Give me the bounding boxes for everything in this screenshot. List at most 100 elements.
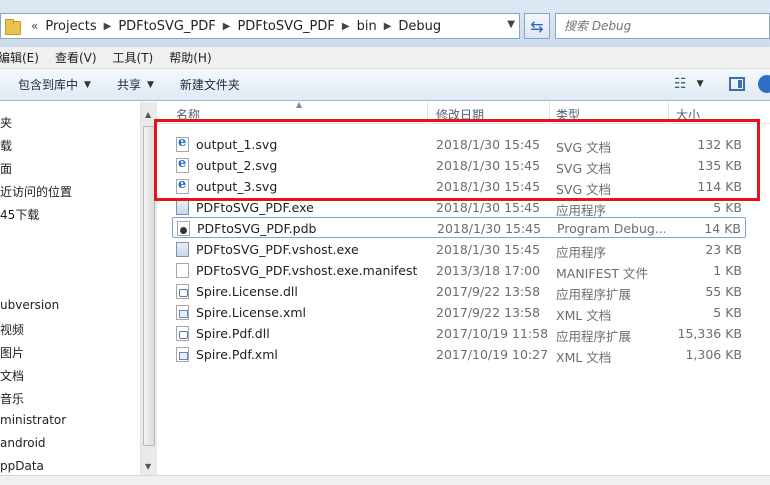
file-date: 2018/1/30 15:45 (436, 137, 541, 152)
help-icon[interactable] (758, 75, 770, 93)
file-row[interactable]: PDFtoSVG_PDF.exe 2018/1/30 15:45 应用程序 5 … (172, 197, 746, 218)
column-header-name[interactable]: 名称 (176, 106, 200, 123)
include-in-library-button[interactable]: 包含到库中 ▼ (18, 76, 91, 93)
refresh-button[interactable]: ⇆ (524, 13, 550, 39)
caret-down-icon: ▼ (696, 79, 704, 89)
nav-item[interactable]: 近访问的位置 (0, 183, 140, 200)
menu-bar: 编辑(E) 查看(V) 工具(T) 帮助(H) (0, 47, 770, 69)
breadcrumb-overflow[interactable]: « (31, 19, 38, 33)
dll-file-icon (176, 326, 189, 341)
column-header-row: ▲ 名称 修改日期 类型 大小 (160, 100, 770, 124)
file-row[interactable]: output_3.svg 2018/1/30 15:45 SVG 文档 114 … (172, 176, 746, 197)
chevron-right-icon[interactable]: ▶ (342, 21, 350, 32)
command-toolbar: 包含到库中 ▼ 共享 ▼ 新建文件夹 ☷ ▼ (0, 69, 770, 101)
file-type: 应用程序扩展 (556, 287, 632, 302)
file-row[interactable]: PDFtoSVG_PDF.vshost.exe.manifest 2013/3/… (172, 260, 746, 281)
share-label: 共享 (116, 78, 141, 92)
nav-item-label: 45下载 (0, 208, 40, 222)
file-type: 应用程序扩展 (556, 329, 632, 344)
address-bar[interactable]: « Projects ▶ PDFtoSVG_PDF ▶ PDFtoSVG_PDF… (0, 13, 520, 39)
file-date: 2018/1/30 15:45 (436, 242, 541, 257)
menu-view[interactable]: 查看(V) (55, 49, 97, 66)
blank-file-icon (176, 263, 189, 278)
share-button[interactable]: 共享 ▼ (117, 76, 154, 93)
file-date: 2018/1/30 15:45 (437, 221, 542, 236)
sort-ascending-icon: ▲ (296, 100, 303, 109)
file-date: 2018/1/30 15:45 (436, 200, 541, 215)
column-header-size[interactable]: 大小 (676, 106, 700, 123)
nav-item[interactable]: 45下载 (0, 206, 140, 223)
breadcrumb-pdftosvg-pdf-2[interactable]: PDFtoSVG_PDF (237, 19, 334, 34)
caret-down-icon: ▼ (84, 79, 91, 90)
file-size: 14 KB (704, 221, 741, 236)
file-row[interactable]: output_2.svg 2018/1/30 15:45 SVG 文档 135 … (172, 155, 746, 176)
column-divider[interactable] (549, 102, 550, 124)
breadcrumb-bin[interactable]: bin (357, 19, 377, 34)
chevron-right-icon[interactable]: ▶ (384, 21, 392, 32)
nav-item[interactable]: 音乐 (0, 390, 140, 407)
file-row[interactable]: Spire.License.dll 2017/9/22 13:58 应用程序扩展… (172, 281, 746, 302)
breadcrumb-projects[interactable]: Projects (45, 19, 96, 34)
nav-item[interactable]: 夹 (0, 114, 140, 131)
breadcrumb-debug[interactable]: Debug (398, 19, 441, 34)
scroll-thumb[interactable] (143, 126, 155, 446)
file-size: 135 KB (697, 158, 742, 173)
search-box[interactable] (555, 13, 770, 39)
file-name: PDFtoSVG_PDF.vshost.exe (196, 242, 359, 257)
column-divider[interactable] (668, 102, 669, 124)
nav-item[interactable]: 面 (0, 160, 140, 177)
nav-item[interactable]: 文档 (0, 367, 140, 384)
scroll-up-icon[interactable]: ▲ (145, 110, 151, 119)
nav-item[interactable]: ministrator (0, 413, 140, 427)
file-row[interactable]: Spire.Pdf.dll 2017/10/19 11:58 应用程序扩展 15… (172, 323, 746, 344)
nav-item[interactable]: ppData (0, 459, 140, 473)
menu-help[interactable]: 帮助(H) (169, 49, 211, 66)
address-row: « Projects ▶ PDFtoSVG_PDF ▶ PDFtoSVG_PDF… (0, 0, 770, 47)
column-divider[interactable] (427, 102, 428, 124)
chevron-right-icon[interactable]: ▶ (104, 21, 112, 32)
file-type: XML 文档 (556, 308, 612, 323)
nav-item[interactable]: 视频 (0, 321, 140, 338)
nav-item[interactable]: 载 (0, 137, 140, 154)
file-size: 55 KB (705, 284, 742, 299)
folder-icon (5, 19, 23, 35)
file-name: Spire.Pdf.dll (196, 326, 270, 341)
pdb-file-icon (177, 221, 190, 236)
chevron-right-icon[interactable]: ▶ (223, 21, 231, 32)
scroll-down-icon[interactable]: ▼ (145, 462, 151, 471)
breadcrumb-pdftosvg-pdf[interactable]: PDFtoSVG_PDF (118, 19, 215, 34)
nav-item[interactable]: android (0, 436, 140, 450)
file-date: 2018/1/30 15:45 (436, 179, 541, 194)
menu-edit[interactable]: 编辑(E) (0, 49, 39, 66)
file-row-selected[interactable]: PDFtoSVG_PDF.pdb 2018/1/30 15:45 Program… (172, 217, 746, 238)
search-input[interactable] (564, 19, 754, 33)
file-date: 2017/10/19 11:58 (436, 326, 549, 341)
file-name: PDFtoSVG_PDF.vshost.exe.manifest (196, 263, 418, 278)
file-row[interactable]: Spire.License.xml 2017/9/22 13:58 XML 文档… (172, 302, 746, 323)
file-row[interactable]: Spire.Pdf.xml 2017/10/19 10:27 XML 文档 1,… (172, 344, 746, 365)
menu-tools[interactable]: 工具(T) (113, 49, 154, 66)
nav-item[interactable]: ubversion (0, 298, 140, 312)
nav-item-label: ministrator (0, 413, 67, 427)
nav-item[interactable]: 图片 (0, 344, 140, 361)
nav-item-label: 近访问的位置 (0, 185, 73, 199)
file-size: 15,336 KB (677, 326, 742, 341)
change-view-button[interactable]: ☷ ▼ (674, 76, 703, 92)
file-name: PDFtoSVG_PDF.exe (196, 200, 314, 215)
nav-item-label: 夹 (0, 116, 13, 130)
preview-pane-icon[interactable] (729, 77, 745, 91)
application-icon (176, 242, 189, 257)
file-date: 2017/10/19 10:27 (436, 347, 549, 362)
column-header-date[interactable]: 修改日期 (436, 106, 484, 123)
nav-item-label: 视频 (0, 323, 25, 337)
file-type: 应用程序 (556, 245, 607, 260)
file-size: 1 KB (713, 263, 742, 278)
new-folder-button[interactable]: 新建文件夹 (180, 76, 240, 93)
ie-document-icon (176, 156, 189, 173)
column-header-type[interactable]: 类型 (556, 106, 580, 123)
chevron-down-icon[interactable]: ▼ (507, 19, 515, 30)
file-row[interactable]: output_1.svg 2018/1/30 15:45 SVG 文档 132 … (172, 134, 746, 155)
caret-down-icon: ▼ (146, 79, 154, 90)
file-row[interactable]: PDFtoSVG_PDF.vshost.exe 2018/1/30 15:45 … (172, 239, 746, 260)
nav-scrollbar[interactable]: ▲ ▼ (140, 102, 157, 475)
